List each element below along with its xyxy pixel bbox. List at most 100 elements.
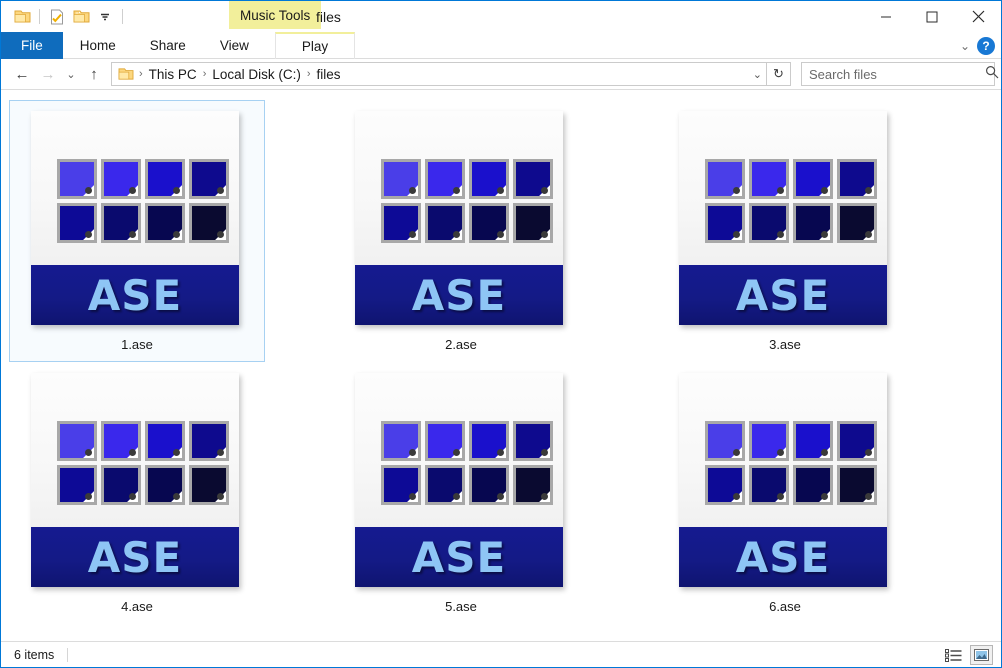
color-swatch — [793, 159, 833, 199]
large-icons-view-button[interactable] — [970, 645, 993, 665]
file-item[interactable]: ASE 4.ase — [9, 362, 265, 624]
file-item[interactable]: ASE 2.ase — [333, 100, 589, 362]
color-swatch — [189, 465, 229, 505]
color-swatch — [469, 159, 509, 199]
ase-file-icon: ASE — [31, 111, 243, 329]
color-swatch — [101, 159, 141, 199]
color-swatch — [101, 203, 141, 243]
color-swatch — [425, 203, 465, 243]
qat-separator-1 — [39, 9, 40, 24]
window-controls — [863, 1, 1001, 32]
tab-share[interactable]: Share — [133, 32, 203, 59]
ase-format-label: ASE — [87, 270, 183, 320]
ribbon-tab-strip: File Home Share View Play ⌄ ? — [1, 32, 1001, 59]
color-swatch — [101, 465, 141, 505]
breadcrumb[interactable]: › This PC › Local Disk (C:) › files ⌄ — [111, 62, 767, 86]
search-box[interactable] — [801, 62, 999, 86]
color-swatch — [469, 421, 509, 461]
help-icon[interactable]: ? — [977, 36, 995, 55]
tab-play[interactable]: Play — [274, 32, 356, 59]
swatch-grid — [57, 421, 229, 505]
color-swatch — [425, 465, 465, 505]
color-swatch — [57, 421, 97, 461]
color-swatch — [513, 159, 553, 199]
color-swatch — [381, 159, 421, 199]
color-swatch — [705, 203, 745, 243]
breadcrumb-item-this-pc[interactable]: This PC — [145, 67, 201, 82]
ase-file-icon: ASE — [355, 373, 567, 591]
breadcrumb-item-local-disk[interactable]: Local Disk (C:) — [208, 67, 305, 82]
file-item[interactable]: ASE 1.ase — [9, 100, 265, 362]
ase-format-label: ASE — [87, 532, 183, 582]
color-swatch — [837, 203, 877, 243]
breadcrumb-item-files[interactable]: files — [313, 67, 345, 82]
chevron-down-icon[interactable] — [93, 6, 117, 28]
details-view-button[interactable] — [942, 645, 965, 665]
color-swatch — [705, 421, 745, 461]
tab-file[interactable]: File — [1, 32, 63, 59]
color-swatch — [57, 159, 97, 199]
color-swatch — [837, 421, 877, 461]
item-count-label: 6 items — [14, 647, 55, 662]
ase-file-icon: ASE — [679, 373, 891, 591]
color-swatch — [705, 159, 745, 199]
swatch-grid — [705, 421, 877, 505]
color-swatch — [189, 159, 229, 199]
ase-format-band: ASE — [31, 527, 239, 587]
color-swatch — [145, 421, 185, 461]
view-mode-buttons — [942, 642, 993, 668]
color-swatch — [749, 203, 789, 243]
window-title: files — [316, 8, 341, 25]
color-swatch — [57, 203, 97, 243]
close-button[interactable] — [955, 1, 1001, 32]
properties-icon[interactable] — [45, 6, 69, 28]
tab-home[interactable]: Home — [63, 32, 133, 59]
file-name-label: 6.ase — [769, 599, 801, 614]
color-swatch — [101, 421, 141, 461]
file-name-label: 5.ase — [445, 599, 477, 614]
color-swatch — [749, 159, 789, 199]
chevron-down-icon[interactable]: ⌄ — [960, 39, 970, 53]
ase-format-label: ASE — [735, 270, 831, 320]
file-item[interactable]: ASE 3.ase — [657, 100, 913, 362]
ase-file-icon: ASE — [31, 373, 243, 591]
ase-icon-body: ASE — [31, 111, 239, 325]
ase-format-band: ASE — [355, 265, 563, 325]
ase-icon-body: ASE — [355, 111, 563, 325]
back-button[interactable]: ← — [9, 61, 35, 87]
file-item[interactable]: ASE 5.ase — [333, 362, 589, 624]
status-bar: 6 items — [1, 641, 1001, 667]
chevron-down-icon[interactable]: ⌄ — [753, 68, 762, 81]
search-icon[interactable] — [985, 65, 999, 84]
ase-format-band: ASE — [679, 265, 887, 325]
ase-icon-body: ASE — [355, 373, 563, 587]
color-swatch — [381, 465, 421, 505]
tab-view[interactable]: View — [203, 32, 266, 59]
ribbon-right-controls: ⌄ ? — [960, 32, 995, 59]
swatch-grid — [381, 159, 553, 243]
file-name-label: 3.ase — [769, 337, 801, 352]
minimize-button[interactable] — [863, 1, 909, 32]
quick-access-toolbar — [1, 6, 128, 28]
refresh-button[interactable]: ↻ — [767, 62, 791, 86]
file-list-view[interactable]: ASE 1.ase ASE 2.ase ASE 3.ase ASE 4.ase … — [1, 90, 1001, 641]
title-bar: Music Tools files — [1, 1, 1001, 32]
color-swatch — [145, 203, 185, 243]
breadcrumb-separator-2: › — [306, 68, 311, 80]
color-swatch — [705, 465, 745, 505]
file-name-label: 1.ase — [121, 337, 153, 352]
status-separator — [67, 647, 69, 662]
file-item[interactable]: ASE 6.ase — [657, 362, 913, 624]
search-input[interactable] — [809, 66, 985, 82]
file-name-label: 2.ase — [445, 337, 477, 352]
new-folder-icon[interactable] — [69, 6, 93, 28]
maximize-button[interactable] — [909, 1, 955, 32]
swatch-grid — [57, 159, 229, 243]
color-swatch — [145, 465, 185, 505]
up-button[interactable]: ↑ — [81, 61, 107, 87]
ase-icon-body: ASE — [31, 373, 239, 587]
forward-button[interactable]: → — [35, 61, 61, 87]
recent-locations-button[interactable]: ⌄ — [61, 61, 81, 87]
color-swatch — [469, 203, 509, 243]
folder-icon[interactable] — [10, 6, 34, 28]
